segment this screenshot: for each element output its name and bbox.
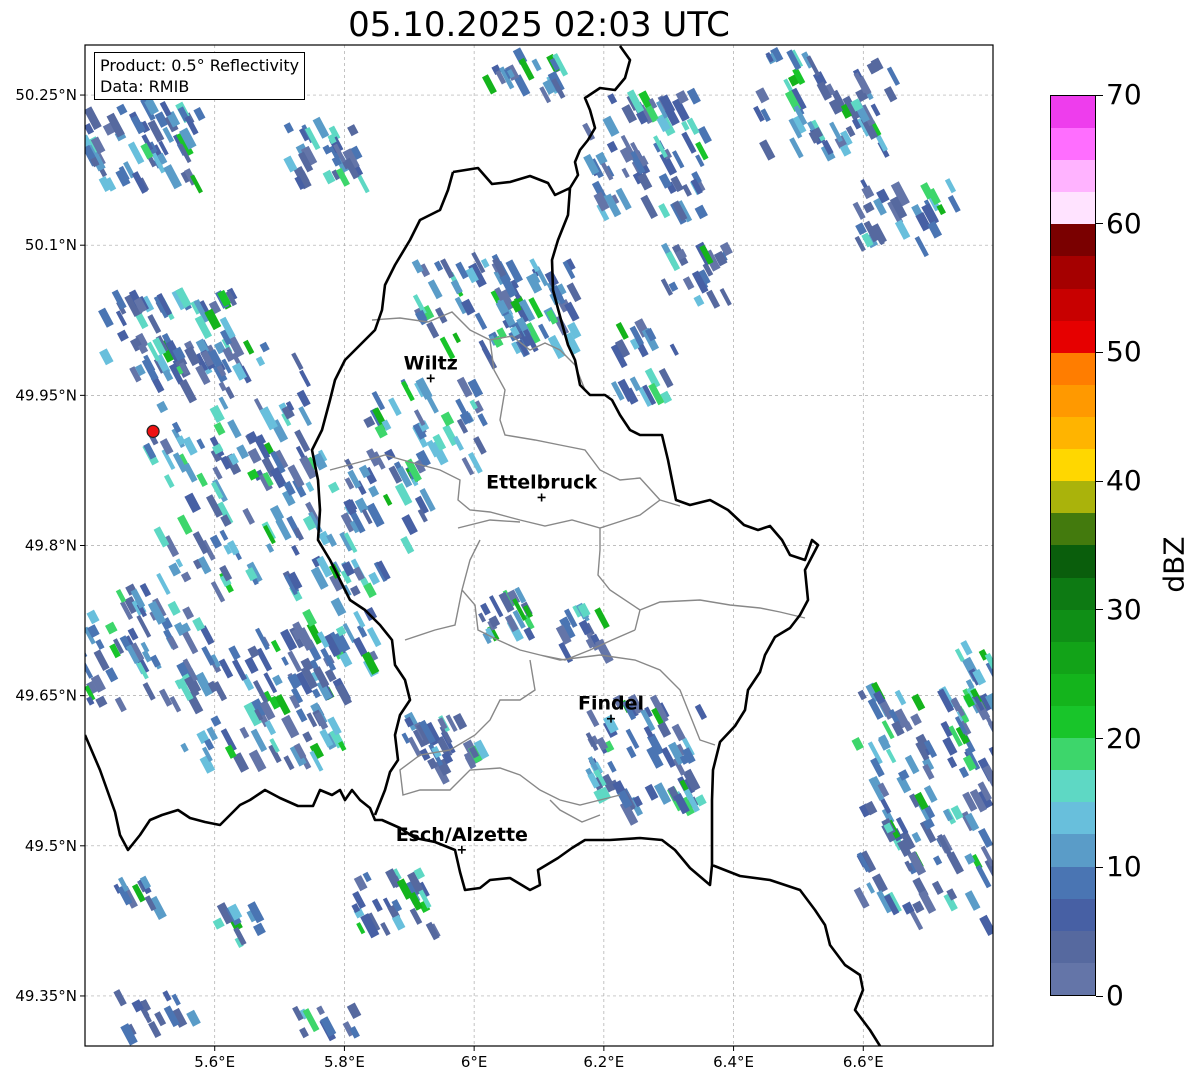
colorbar-tick-label: 10 (1106, 850, 1142, 884)
lon-tick-label: 6°E (461, 1053, 488, 1071)
colorbar-tick-label: 60 (1106, 206, 1142, 240)
colorbar-segment (1051, 449, 1095, 482)
colorbar-tick (1096, 738, 1103, 740)
echo-cell (70, 655, 81, 666)
colorbar-tick (1096, 609, 1103, 611)
colorbar-segment (1051, 770, 1095, 803)
colorbar-segment (1051, 513, 1095, 546)
lon-tick-label: 6.4°E (713, 1053, 754, 1071)
colorbar-tick (1096, 866, 1103, 868)
colorbar-tick-label: 20 (1106, 721, 1142, 755)
colorbar-segment (1051, 706, 1095, 739)
colorbar-segment (1051, 481, 1095, 514)
city-label: Ettelbruck (486, 471, 597, 493)
lat-tick-label: 49.65°N (15, 687, 77, 705)
colorbar-tick (1096, 480, 1103, 482)
lat-tick-label: 49.35°N (15, 987, 77, 1005)
colorbar-segment (1051, 545, 1095, 578)
lat-tick-label: 49.5°N (25, 837, 77, 855)
colorbar-segment (1051, 577, 1095, 610)
lon-tick-label: 6.2°E (583, 1053, 624, 1071)
colorbar-segment (1051, 352, 1095, 385)
lat-tick-label: 50.25°N (15, 86, 77, 104)
city-label: Wiltz (404, 352, 458, 374)
colorbar-segment (1051, 128, 1095, 161)
colorbar-tick-label: 40 (1106, 464, 1142, 498)
colorbar-segment (1051, 641, 1095, 674)
lon-tick-label: 5.6°E (194, 1053, 235, 1071)
product-label: Product: 0.5° Reflectivity (100, 56, 300, 75)
city-label: Findel (578, 693, 644, 715)
colorbar-segment (1051, 224, 1095, 257)
colorbar-tick (1096, 995, 1103, 997)
colorbar-segment (1051, 898, 1095, 931)
colorbar-tick (1096, 94, 1103, 96)
lon-tick-label: 5.8°E (324, 1053, 365, 1071)
colorbar-segment (1051, 384, 1095, 418)
colorbar-segment (1051, 192, 1095, 225)
lat-tick-label: 49.8°N (25, 537, 77, 555)
colorbar-segment (1051, 256, 1095, 289)
radar-map: 5.6°E 5.8°E 6°E 6.2°E 6.4°E 6.6°E 49.35°N 49.5°… (15, 44, 994, 1071)
colorbar-segment (1051, 95, 1095, 129)
colorbar-tick (1096, 223, 1103, 225)
lat-tick-label: 49.95°N (15, 386, 77, 404)
colorbar-segment (1051, 417, 1095, 450)
colorbar-segment (1051, 609, 1095, 642)
product-info-box: Product: 0.5° Reflectivity Data: RMIB (94, 52, 306, 100)
colorbar-tick-label: 0 (1106, 979, 1124, 1012)
colorbar-segment (1051, 673, 1095, 707)
colorbar-segment (1051, 738, 1095, 771)
lat-tick-label: 50.1°N (25, 236, 77, 254)
colorbar-segment (1051, 834, 1095, 867)
colorbar-tick (1096, 351, 1103, 353)
city-label: Esch/Alzette (396, 824, 528, 846)
lon-tick-label: 6.6°E (843, 1053, 884, 1071)
colorbar-tick-label: 30 (1106, 592, 1142, 626)
data-source-label: Data: RMIB (100, 77, 190, 96)
colorbar-segment (1051, 962, 1095, 995)
colorbar-tick-label: 70 (1106, 78, 1142, 111)
colorbar-segment (1051, 288, 1095, 321)
colorbar-unit-label: dBZ (1157, 536, 1184, 593)
radar-site-marker (146, 424, 160, 438)
colorbar-segment (1051, 320, 1095, 353)
colorbar-segment (1051, 160, 1095, 193)
reflectivity-colorbar (1050, 95, 1096, 996)
colorbar-segment (1051, 930, 1095, 963)
colorbar-segment (1051, 866, 1095, 899)
colorbar-segment (1051, 802, 1095, 835)
colorbar-tick-label: 50 (1106, 335, 1142, 369)
